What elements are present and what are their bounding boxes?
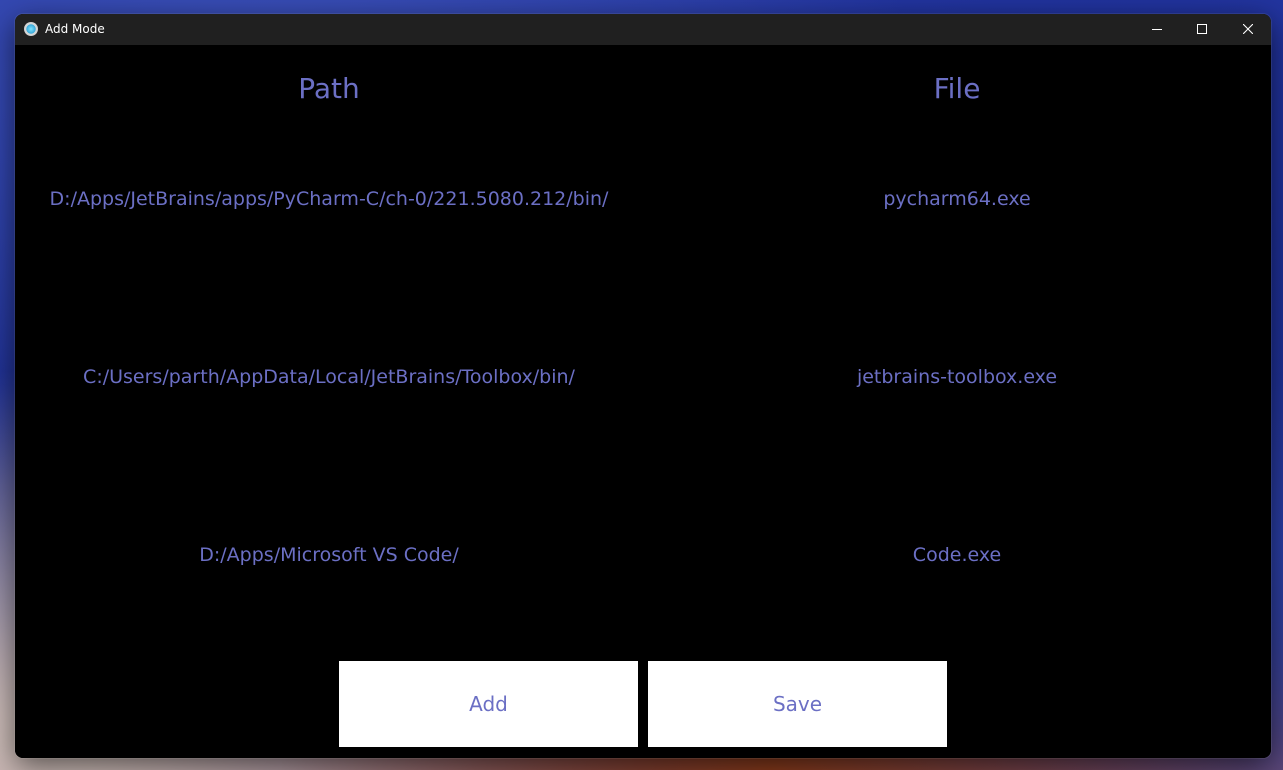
maximize-icon [1197,24,1207,34]
file-column-header: File [933,72,981,105]
maximize-button[interactable] [1179,14,1225,45]
save-button[interactable]: Save [648,661,947,747]
path-cell: C:/Users/parth/AppData/Local/JetBrains/T… [83,366,575,388]
file-cell: Code.exe [912,544,1002,566]
add-button[interactable]: Add [339,661,638,747]
file-cell: pycharm64.exe [883,188,1031,210]
app-icon [24,22,38,36]
close-button[interactable] [1225,14,1271,45]
path-column-header: Path [298,72,360,105]
file-cell: jetbrains-toolbox.exe [856,366,1058,388]
window-title: Add Mode [45,22,105,36]
minimize-button[interactable] [1134,14,1180,45]
mode-table: Path File D:/Apps/JetBrains/apps/PyCharm… [15,45,1271,758]
path-cell: D:/Apps/Microsoft VS Code/ [199,544,459,566]
minimize-icon [1152,29,1162,30]
close-icon [1243,24,1253,34]
title-bar[interactable]: Add Mode [15,14,1271,45]
app-window: Add Mode Path File D:/Apps/JetBrains/app… [15,14,1271,758]
path-cell: D:/Apps/JetBrains/apps/PyCharm-C/ch-0/22… [49,188,609,210]
